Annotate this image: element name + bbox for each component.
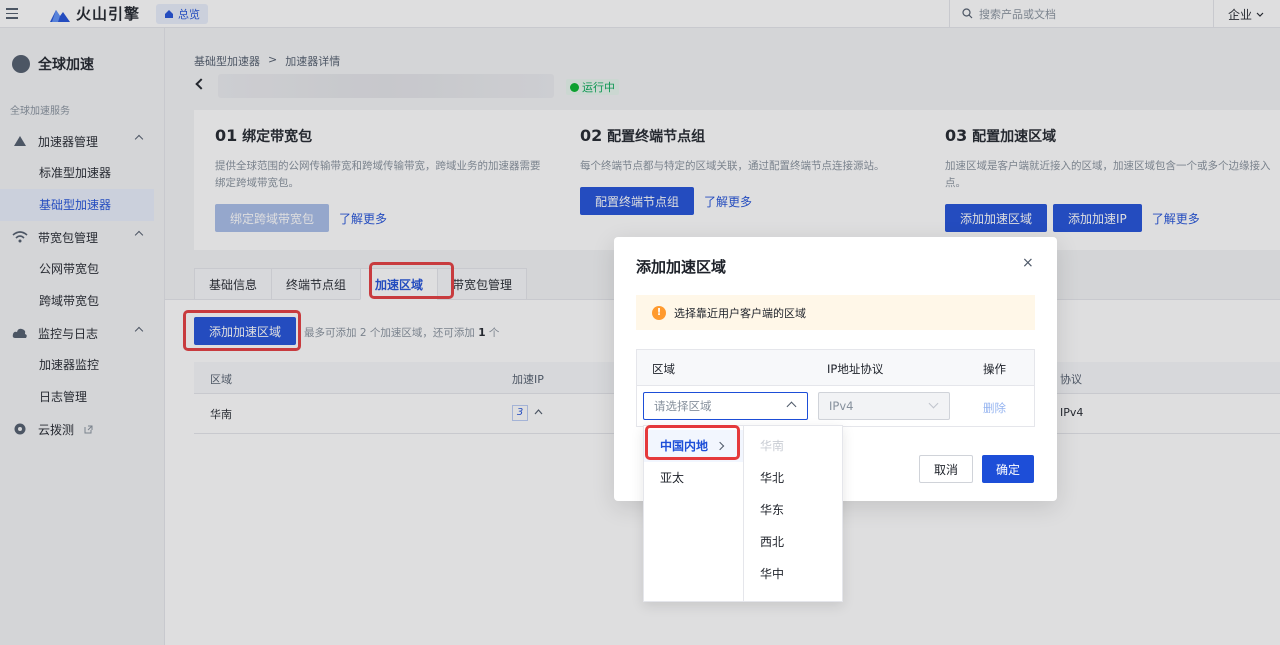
cascader-option-south-china: 华南: [760, 439, 785, 453]
chevron-down-icon: [928, 398, 939, 409]
ip-protocol-select[interactable]: IPv4: [818, 392, 950, 420]
info-alert: ! 选择靠近用户客户端的区域: [636, 295, 1035, 330]
modal-title: 添加加速区域: [636, 258, 727, 276]
confirm-button[interactable]: 确定: [982, 455, 1035, 483]
region-select[interactable]: 请选择区域: [643, 392, 808, 420]
cascader-option-east-china[interactable]: 华东: [744, 494, 842, 526]
delete-link[interactable]: 删除: [983, 400, 1006, 416]
chevron-up-icon: [786, 401, 797, 412]
zone-form-header: 区域 IP地址协议 操作: [637, 350, 1034, 386]
highlight-box: [645, 425, 740, 460]
cascader-option-north-china[interactable]: 华北: [744, 462, 842, 494]
cascader-level2: 华南 华北 华东 西北 华中: [743, 426, 842, 601]
table-row: 请选择区域 IPv4 删除: [637, 386, 1034, 426]
cancel-button[interactable]: 取消: [919, 455, 974, 483]
cascader-option-central-china[interactable]: 华中: [744, 558, 842, 590]
cascader-option-northwest[interactable]: 西北: [744, 526, 842, 558]
close-icon[interactable]: ×: [1022, 255, 1034, 271]
warning-icon: !: [652, 305, 666, 320]
cascader-option-asia-pacific[interactable]: 亚太: [644, 462, 743, 494]
zone-form-table: 区域 IP地址协议 操作 请选择区域 IPv4 删除: [636, 349, 1035, 427]
